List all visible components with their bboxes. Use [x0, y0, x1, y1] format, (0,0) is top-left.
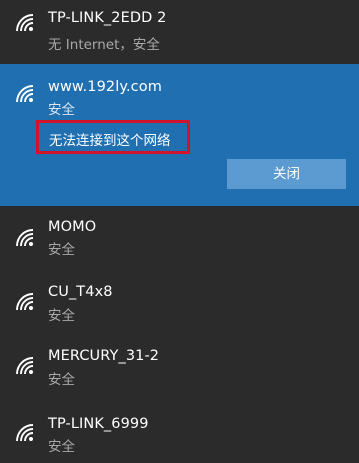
wifi-signal-icon [14, 355, 36, 377]
network-status: 无 Internet，安全 [48, 37, 160, 53]
network-ssid: TP-LINK_6999 [48, 416, 149, 432]
network-ssid: www.192ly.com [48, 79, 162, 95]
network-status: 安全 [48, 102, 75, 118]
wifi-signal-icon [14, 83, 36, 105]
wifi-signal-icon [14, 422, 36, 444]
network-status: 安全 [48, 308, 75, 324]
wifi-signal-icon [14, 227, 36, 249]
wifi-network-item[interactable]: CU_T4x8 安全 [0, 270, 359, 334]
wifi-signal-icon [14, 12, 36, 34]
network-ssid: MOMO [48, 219, 97, 235]
connection-error-message: 无法连接到这个网络 [49, 133, 171, 149]
wifi-network-list: TP-LINK_2EDD 2 无 Internet，安全 www.192ly.c… [0, 0, 359, 463]
network-ssid: CU_T4x8 [48, 284, 113, 300]
wifi-network-item[interactable]: TP-LINK_6999 安全 [0, 398, 359, 463]
wifi-network-item[interactable]: MERCURY_31-2 安全 [0, 334, 359, 398]
network-status: 安全 [48, 439, 75, 455]
error-highlight-box: 无法连接到这个网络 [36, 120, 190, 154]
wifi-network-item[interactable]: MOMO 安全 [0, 206, 359, 270]
close-button[interactable]: 关闭 [227, 159, 346, 189]
network-ssid: TP-LINK_2EDD 2 [48, 10, 167, 26]
network-status: 安全 [48, 372, 75, 388]
wifi-signal-icon [14, 291, 36, 313]
wifi-network-item-selected[interactable]: www.192ly.com 安全 无法连接到这个网络 关闭 [0, 64, 359, 206]
network-ssid: MERCURY_31-2 [48, 348, 160, 364]
wifi-network-item[interactable]: TP-LINK_2EDD 2 无 Internet，安全 [0, 0, 359, 64]
network-status: 安全 [48, 242, 75, 258]
